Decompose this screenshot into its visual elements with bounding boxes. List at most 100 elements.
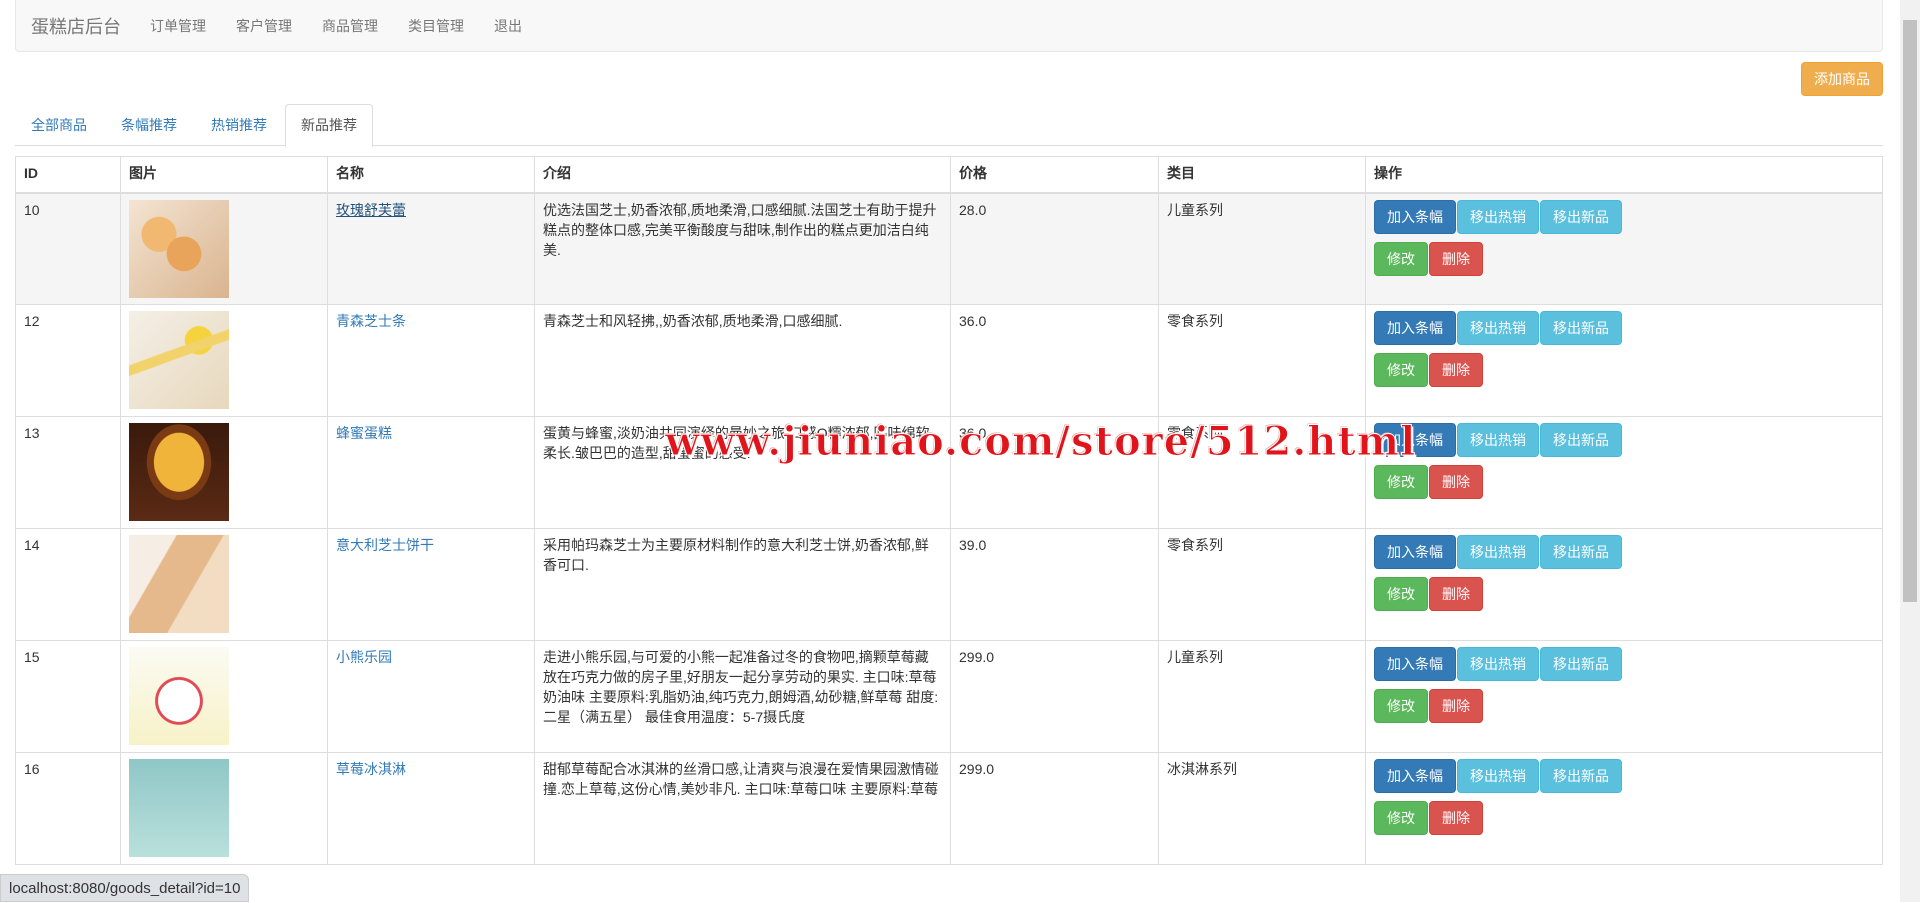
table-row: 14 意大利芝士饼干 采用帕玛森芝士为主要原材料制作的意大利芝士饼,奶香浓郁,鲜…: [15, 528, 1883, 641]
product-name-link[interactable]: 小熊乐园: [336, 649, 392, 665]
cell-id: 10: [15, 192, 121, 305]
header-id: ID: [15, 156, 121, 194]
cell-image: [120, 416, 328, 529]
header-actions: 操作: [1365, 156, 1883, 194]
cell-image: [120, 528, 328, 641]
cell-price: 299.0: [950, 752, 1159, 865]
tab-new[interactable]: 新品推荐: [285, 104, 373, 147]
scrollbar-thumb[interactable]: [1903, 20, 1917, 602]
cell-price: 28.0: [950, 192, 1159, 305]
cell-intro: 蛋黄与蜂蜜,淡奶油共同演绎的曼妙之旅.口感Q糯浓郁,回味绵软柔长.皱巴巴的造型,…: [534, 416, 951, 529]
nav-customers[interactable]: 客户管理: [236, 18, 292, 34]
cell-price: 36.0: [950, 304, 1159, 417]
cell-name: 小熊乐园: [327, 640, 535, 753]
scrollbar[interactable]: [1900, 0, 1920, 902]
delete-button[interactable]: 删除: [1429, 353, 1483, 387]
cell-category: 冰淇淋系列: [1158, 752, 1366, 865]
cell-name: 青森芝士条: [327, 304, 535, 417]
cell-actions: 加入条幅 移出热销 移出新品修改 删除: [1365, 192, 1883, 305]
tab-all-goods[interactable]: 全部商品: [15, 104, 103, 145]
table-row: 15 小熊乐园 走进小熊乐园,与可爱的小熊一起准备过冬的食物吧,摘颗草莓藏放在巧…: [15, 640, 1883, 753]
goods-tabs: 全部商品 条幅推荐 热销推荐 新品推荐: [15, 104, 1883, 147]
product-name-link[interactable]: 玫瑰舒芙蕾: [336, 202, 406, 218]
remove-new-button[interactable]: 移出新品: [1540, 199, 1622, 234]
nav-goods[interactable]: 商品管理: [322, 18, 378, 34]
add-goods-button[interactable]: 添加商品: [1801, 62, 1883, 96]
header-category: 类目: [1158, 156, 1366, 194]
edit-button[interactable]: 修改: [1374, 353, 1428, 387]
add-banner-button[interactable]: 加入条幅: [1374, 311, 1456, 345]
header-name: 名称: [327, 156, 535, 194]
cell-intro: 优选法国芝士,奶香浓郁,质地柔滑,口感细腻.法国芝士有助于提升糕点的整体口感,完…: [534, 192, 951, 305]
table-header: ID 图片 名称 介绍 价格 类目 操作: [15, 156, 1883, 194]
nav-logout[interactable]: 退出: [494, 18, 522, 34]
cell-actions: 加入条幅 移出热销 移出新品修改 删除: [1365, 752, 1883, 865]
cell-name: 草莓冰淇淋: [327, 752, 535, 865]
edit-button[interactable]: 修改: [1374, 465, 1428, 499]
product-image: [129, 759, 229, 857]
nav-categories[interactable]: 类目管理: [408, 18, 464, 34]
remove-new-button[interactable]: 移出新品: [1540, 311, 1622, 345]
edit-button[interactable]: 修改: [1374, 241, 1428, 276]
add-banner-button[interactable]: 加入条幅: [1374, 535, 1456, 569]
add-banner-button[interactable]: 加入条幅: [1374, 647, 1456, 681]
edit-button[interactable]: 修改: [1374, 689, 1428, 723]
remove-hot-button[interactable]: 移出热销: [1457, 311, 1539, 345]
remove-hot-button[interactable]: 移出热销: [1457, 535, 1539, 569]
cell-image: [120, 304, 328, 417]
cell-category: 零食系列: [1158, 416, 1366, 529]
remove-hot-button[interactable]: 移出热销: [1457, 759, 1539, 793]
remove-new-button[interactable]: 移出新品: [1540, 759, 1622, 793]
table-row: 10 玫瑰舒芙蕾 优选法国芝士,奶香浓郁,质地柔滑,口感细腻.法国芝士有助于提升…: [15, 192, 1883, 305]
product-image: [129, 535, 229, 633]
product-name-link[interactable]: 意大利芝士饼干: [336, 537, 434, 553]
goods-table: ID 图片 名称 介绍 价格 类目 操作 10 玫瑰舒芙蕾 优选法国芝士,奶香浓…: [15, 156, 1883, 865]
product-name-link[interactable]: 草莓冰淇淋: [336, 761, 406, 777]
remove-hot-button[interactable]: 移出热销: [1457, 423, 1539, 457]
table-row: 13 蜂蜜蛋糕 蛋黄与蜂蜜,淡奶油共同演绎的曼妙之旅.口感Q糯浓郁,回味绵软柔长…: [15, 416, 1883, 529]
remove-new-button[interactable]: 移出新品: [1540, 535, 1622, 569]
product-name-link[interactable]: 青森芝士条: [336, 313, 406, 329]
tab-hot[interactable]: 热销推荐: [195, 104, 283, 145]
cell-id: 12: [15, 304, 121, 417]
cell-intro: 青森芝士和风轻拂,,奶香浓郁,质地柔滑,口感细腻.: [534, 304, 951, 417]
cell-intro: 走进小熊乐园,与可爱的小熊一起准备过冬的食物吧,摘颗草莓藏放在巧克力做的房子里,…: [534, 640, 951, 753]
header-image: 图片: [120, 156, 328, 194]
edit-button[interactable]: 修改: [1374, 577, 1428, 611]
cell-id: 16: [15, 752, 121, 865]
remove-new-button[interactable]: 移出新品: [1540, 423, 1622, 457]
cell-id: 15: [15, 640, 121, 753]
product-image: [129, 199, 229, 298]
product-image: [129, 423, 229, 521]
add-banner-button[interactable]: 加入条幅: [1374, 759, 1456, 793]
cell-id: 13: [15, 416, 121, 529]
table-row: 16 草莓冰淇淋 甜郁草莓配合冰淇淋的丝滑口感,让清爽与浪漫在爱情果园激情碰撞.…: [15, 752, 1883, 865]
cell-image: [120, 640, 328, 753]
cell-price: 299.0: [950, 640, 1159, 753]
cell-name: 意大利芝士饼干: [327, 528, 535, 641]
product-image: [129, 647, 229, 745]
delete-button[interactable]: 删除: [1429, 465, 1483, 499]
cell-id: 14: [15, 528, 121, 641]
cell-image: [120, 752, 328, 865]
cell-category: 儿童系列: [1158, 640, 1366, 753]
add-banner-button[interactable]: 加入条幅: [1374, 199, 1456, 234]
cell-name: 玫瑰舒芙蕾: [327, 192, 535, 305]
cell-category: 零食系列: [1158, 528, 1366, 641]
product-name-link[interactable]: 蜂蜜蛋糕: [336, 425, 392, 441]
delete-button[interactable]: 删除: [1429, 577, 1483, 611]
cell-actions: 加入条幅 移出热销 移出新品修改 删除: [1365, 640, 1883, 753]
delete-button[interactable]: 删除: [1429, 241, 1483, 276]
delete-button[interactable]: 删除: [1429, 689, 1483, 723]
navbar-brand[interactable]: 蛋糕店后台: [31, 13, 121, 39]
remove-hot-button[interactable]: 移出热销: [1457, 199, 1539, 234]
tab-banner[interactable]: 条幅推荐: [105, 104, 193, 145]
edit-button[interactable]: 修改: [1374, 801, 1428, 835]
delete-button[interactable]: 删除: [1429, 801, 1483, 835]
cell-price: 39.0: [950, 528, 1159, 641]
remove-new-button[interactable]: 移出新品: [1540, 647, 1622, 681]
nav-orders[interactable]: 订单管理: [150, 18, 206, 34]
add-banner-button[interactable]: 加入条幅: [1374, 423, 1456, 457]
navbar: 蛋糕店后台 订单管理 客户管理 商品管理 类目管理 退出: [15, 0, 1883, 52]
remove-hot-button[interactable]: 移出热销: [1457, 647, 1539, 681]
